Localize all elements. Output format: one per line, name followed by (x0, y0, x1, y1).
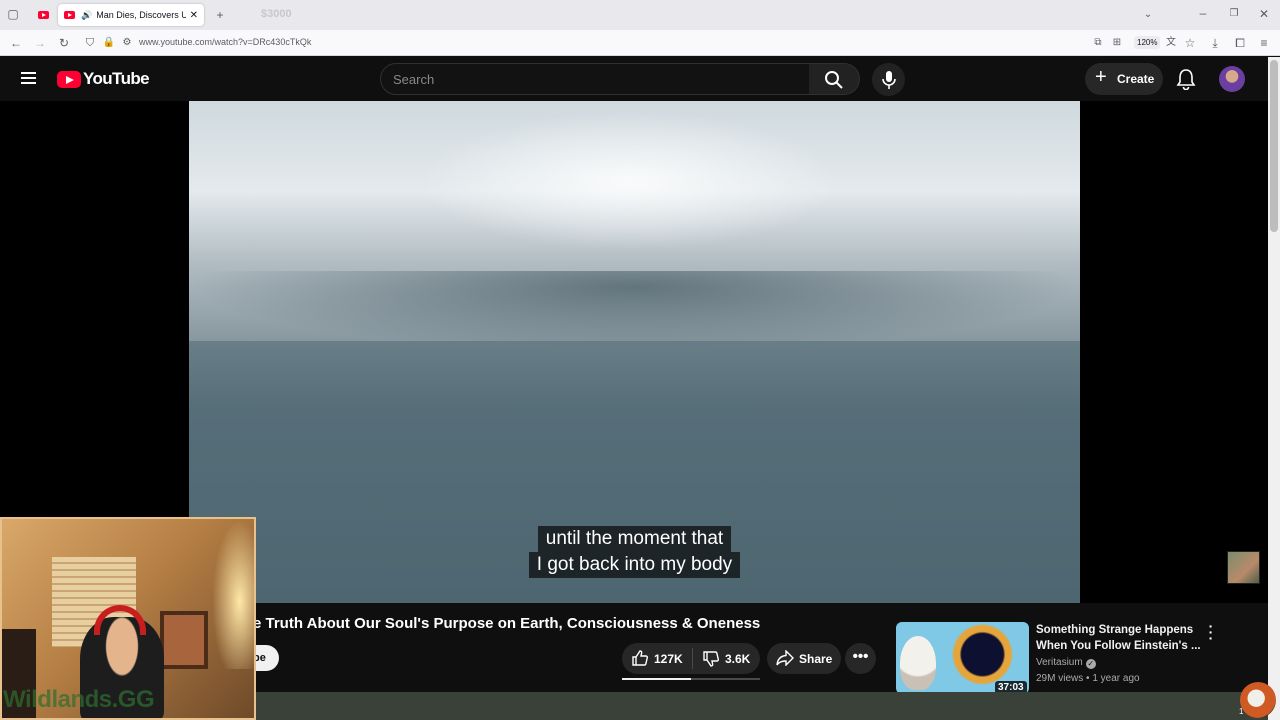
new-tab-icon[interactable]: + (213, 9, 227, 21)
like-divider (692, 648, 693, 669)
translate-icon[interactable]: 文 (1164, 37, 1178, 49)
site-settings-icon[interactable]: ⚙ (120, 37, 134, 49)
video-captions: until the moment that I got back into my… (508, 526, 761, 578)
recommended-channel[interactable]: Veritasium ✓ (1036, 657, 1096, 669)
watermark-text: Wildlands.GG (3, 686, 155, 713)
audio-playing-icon[interactable]: 🔊 (81, 10, 92, 21)
video-wave (189, 271, 1080, 351)
create-label: Create (1117, 72, 1155, 86)
scrollbar-thumb[interactable] (1270, 60, 1278, 232)
zoom-level-badge[interactable]: 120% (1134, 36, 1161, 49)
webcam-lamp-glow (212, 519, 254, 669)
like-count[interactable]: 127K (654, 652, 683, 666)
app-menu-icon[interactable]: ≡ (1257, 37, 1271, 49)
account-avatar[interactable] (1219, 66, 1245, 92)
more-horizontal-icon: ••• (852, 648, 869, 665)
thumbs-up-icon[interactable] (631, 649, 649, 667)
tab-overview-icon[interactable]: ▢ (6, 8, 20, 20)
youtube-logo-icon[interactable] (57, 71, 81, 88)
shield-icon[interactable]: ⛉ (83, 37, 97, 49)
list-all-tabs-icon[interactable]: ⌄ (1141, 9, 1155, 21)
video-sky-glow (419, 111, 839, 251)
search-button[interactable] (809, 63, 860, 95)
share-label: Share (799, 652, 833, 666)
plus-icon: + (1095, 66, 1107, 88)
floating-thumbnail[interactable] (1227, 551, 1260, 584)
youtube-logo-text[interactable]: YouTube (83, 69, 150, 89)
more-vertical-icon[interactable]: · · · (1206, 619, 1216, 645)
share-icon (776, 650, 794, 666)
voice-search-button[interactable] (872, 63, 905, 96)
browser-tab-inactive[interactable] (32, 4, 56, 26)
microphone-icon (882, 71, 896, 89)
save-page-icon[interactable]: ⊞ (1110, 37, 1124, 49)
channel-name[interactable]: Veritasium (1036, 657, 1083, 668)
webcam-picture-frame (160, 611, 208, 669)
dislike-count[interactable]: 3.6K (725, 652, 750, 666)
restore-icon[interactable]: ❐ (1227, 8, 1241, 20)
video-letterbox-right (1080, 101, 1268, 603)
verified-check-icon: ✓ (1085, 659, 1096, 669)
tab-price-text: $3000 (261, 8, 292, 20)
corner-avatar (1240, 682, 1276, 718)
more-actions-button[interactable]: ••• (845, 643, 876, 674)
lock-icon[interactable]: 🔒 (102, 37, 116, 49)
hamburger-menu-icon[interactable] (21, 72, 36, 84)
search-icon (825, 71, 843, 89)
recommended-title[interactable]: Something Strange Happens When You Follo… (1036, 622, 1206, 654)
view-count: 29M views (1036, 673, 1084, 684)
browser-tab-bar: ▢ 🔊 Man Dies, Discovers Ultimate ✕ $3000… (0, 0, 1280, 30)
upload-age: 1 year ago (1092, 673, 1140, 684)
bookmark-star-icon[interactable]: ☆ (1183, 37, 1197, 49)
reload-icon[interactable]: ↻ (57, 37, 71, 49)
notifications-bell-icon[interactable] (1176, 68, 1196, 90)
close-window-icon[interactable]: ✕ (1257, 8, 1271, 20)
minimize-icon[interactable]: – (1196, 7, 1210, 19)
recommended-meta: 29M views • 1 year ago (1036, 673, 1140, 684)
downloads-icon[interactable]: ⤓ (1208, 37, 1222, 49)
tab-close-icon[interactable]: ✕ (190, 10, 198, 21)
url-field[interactable]: www.youtube.com/watch?v=DRc430cTkQk (139, 37, 311, 47)
tab-title: Man Dies, Discovers Ultimate (96, 10, 186, 20)
video-title: e Truth About Our Soul's Purpose on Eart… (253, 615, 761, 632)
forward-icon[interactable]: → (33, 37, 47, 49)
search-input[interactable]: Search (380, 63, 810, 95)
caption-line-2: I got back into my body (528, 552, 741, 578)
corner-count: 1 (1239, 707, 1244, 716)
back-icon[interactable]: ← (9, 37, 23, 49)
thumbnail-figure (900, 636, 936, 690)
youtube-favicon-icon (38, 11, 49, 19)
extensions-icon[interactable]: ⧠ (1233, 37, 1247, 49)
thumbs-down-icon[interactable] (702, 650, 720, 668)
picture-in-picture-icon[interactable]: ⧉ (1091, 37, 1105, 49)
browser-tab-active[interactable]: 🔊 Man Dies, Discovers Ultimate ✕ (58, 4, 204, 26)
caption-line-1: until the moment that (537, 526, 732, 552)
like-ratio-fill (622, 678, 691, 680)
youtube-favicon-icon (64, 11, 75, 19)
